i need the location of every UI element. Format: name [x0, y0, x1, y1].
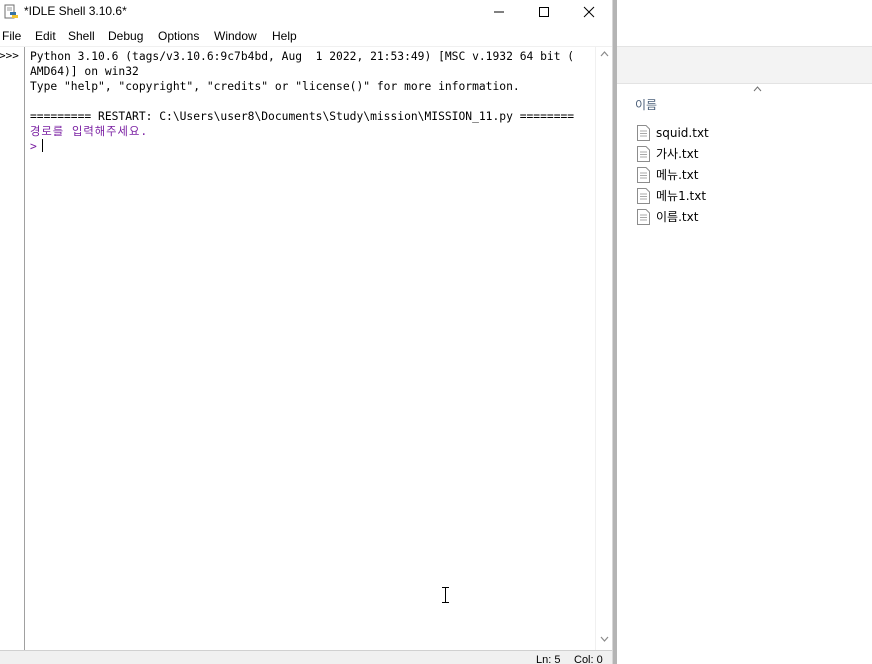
column-header-name[interactable]: 이름: [635, 96, 657, 113]
text-cursor: [41, 139, 44, 152]
file-name: 이름.txt: [656, 210, 699, 224]
divider: [617, 83, 872, 84]
file-name: 가사.txt: [656, 147, 699, 161]
window-title: *IDLE Shell 3.10.6*: [24, 4, 127, 18]
shell-output-line: Type "help", "copyright", "credits" or "…: [30, 80, 520, 93]
menu-shell[interactable]: Shell: [68, 29, 95, 43]
menu-edit[interactable]: Edit: [35, 29, 56, 43]
text-file-icon: [637, 208, 650, 225]
ibeam-cursor-icon: [442, 587, 449, 603]
file-item-name[interactable]: 이름.txt: [637, 206, 709, 227]
menu-bar: File Edit Shell Debug Options Window Hel…: [0, 26, 612, 47]
status-bar: Ln: 5 Col: 0: [0, 650, 612, 664]
status-column-number: Col: 0: [574, 654, 603, 664]
text-file-icon: [637, 187, 650, 204]
menu-window[interactable]: Window: [214, 29, 257, 43]
menu-file[interactable]: File: [2, 29, 21, 43]
input-prompt-text: 경로를 입력해주세요.: [30, 125, 149, 138]
close-button[interactable]: [566, 0, 612, 24]
file-list: squid.txt 가사.txt 메뉴.txt 메뉴1.txt 이름.txt: [637, 122, 709, 227]
minimize-icon: [494, 11, 504, 13]
text-file-icon: [637, 145, 650, 162]
file-name: 메뉴1.txt: [656, 189, 707, 203]
menu-debug[interactable]: Debug: [108, 29, 143, 43]
file-item-lyrics[interactable]: 가사.txt: [637, 143, 709, 164]
shell-sidebar: [0, 47, 25, 650]
maximize-icon: [539, 7, 549, 17]
explorer-header-area: [617, 0, 872, 46]
text-file-icon: [637, 166, 650, 183]
shell-prompt-marker: >>>: [0, 49, 19, 62]
sort-ascending-icon: [753, 86, 762, 92]
scroll-down-icon[interactable]: [600, 636, 609, 642]
status-line-number: Ln: 5: [536, 654, 561, 664]
vertical-scrollbar[interactable]: [595, 47, 612, 650]
minimize-button[interactable]: [476, 0, 522, 24]
file-item-menu1[interactable]: 메뉴1.txt: [637, 185, 709, 206]
scroll-up-icon[interactable]: [600, 51, 609, 57]
text-file-icon: [637, 124, 650, 141]
python-idle-icon: [4, 4, 18, 19]
menu-options[interactable]: Options: [158, 29, 199, 43]
file-explorer-window: 이름 squid.txt 가사.txt 메뉴.txt 메뉴1.txt 이름.tx…: [617, 0, 872, 664]
maximize-button[interactable]: [521, 0, 567, 24]
file-name: squid.txt: [656, 125, 709, 140]
shell-output-line: AMD64)] on win32: [30, 65, 139, 78]
input-caret-symbol: >: [30, 140, 37, 153]
menu-help[interactable]: Help: [272, 29, 297, 43]
shell-output-line: Python 3.10.6 (tags/v3.10.6:9c7b4bd, Aug…: [30, 50, 575, 63]
file-item-menu[interactable]: 메뉴.txt: [637, 164, 709, 185]
file-item-squid[interactable]: squid.txt: [637, 122, 709, 143]
close-icon: [583, 6, 595, 18]
restart-line: ========= RESTART: C:\Users\user8\Docume…: [30, 110, 575, 123]
title-bar[interactable]: *IDLE Shell 3.10.6*: [0, 0, 612, 24]
explorer-toolbar: [617, 47, 872, 83]
idle-shell-window: *IDLE Shell 3.10.6* File Edit Shell Debu…: [0, 0, 612, 664]
file-name: 메뉴.txt: [656, 168, 699, 182]
shell-text-area[interactable]: Python 3.10.6 (tags/v3.10.6:9c7b4bd, Aug…: [25, 47, 595, 650]
input-line[interactable]: >: [30, 139, 44, 154]
